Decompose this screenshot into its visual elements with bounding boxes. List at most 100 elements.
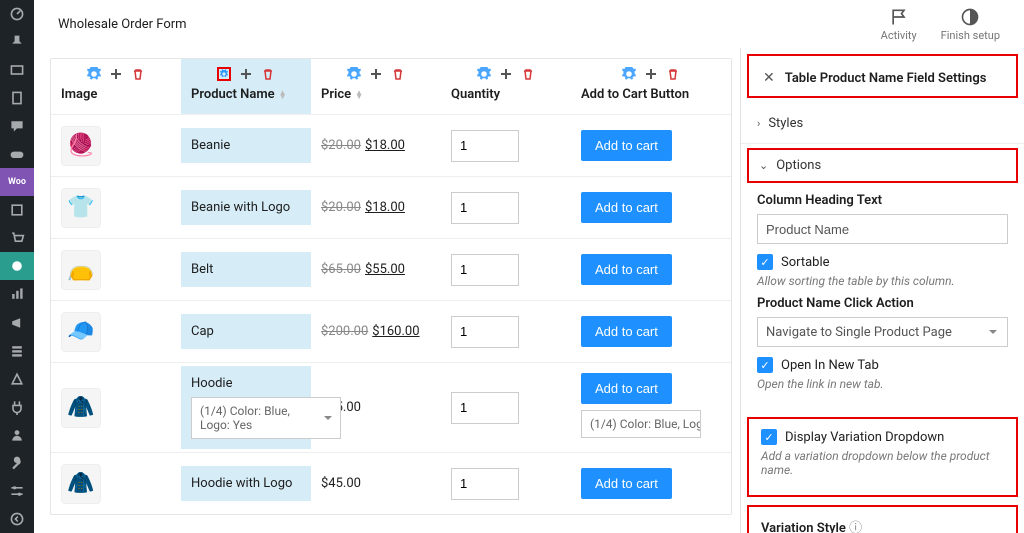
- product-image[interactable]: 👕: [61, 188, 101, 228]
- finish-setup-button[interactable]: Finish setup: [941, 7, 1000, 42]
- product-image[interactable]: 🧥: [61, 388, 101, 428]
- price-cell: $20.00$18.00: [311, 128, 441, 163]
- sidebar-list[interactable]: [0, 337, 34, 365]
- column-label: Price: [321, 87, 351, 102]
- product-name-cell[interactable]: Beanie: [181, 128, 311, 163]
- price-cell: $200.00 $160.00: [311, 314, 441, 349]
- help-icon[interactable]: ⓘ: [849, 521, 862, 533]
- price-cell: $20.00$18.00: [311, 190, 441, 225]
- sidebar-settings[interactable]: [0, 477, 34, 505]
- quantity-input[interactable]: [451, 392, 519, 424]
- price-old: $200.00: [321, 324, 368, 339]
- column-header-add-to-cart[interactable]: Add to Cart Button: [571, 59, 731, 114]
- column-header-product-name[interactable]: Product Name ▲▼: [181, 59, 311, 114]
- column-header-quantity[interactable]: Quantity: [441, 59, 571, 114]
- close-icon[interactable]: ✕: [763, 70, 775, 86]
- product-name-cell[interactable]: Hoodie with Logo: [181, 466, 311, 501]
- plus-icon[interactable]: [109, 67, 123, 81]
- sort-icon[interactable]: ▲▼: [355, 91, 363, 99]
- plus-icon[interactable]: [369, 67, 383, 81]
- plus-icon[interactable]: [499, 67, 513, 81]
- sidebar-users[interactable]: [0, 421, 34, 449]
- product-name-cell[interactable]: Belt: [181, 252, 311, 287]
- product-image[interactable]: 🧶: [61, 126, 101, 166]
- product-image[interactable]: 🧥: [61, 464, 101, 504]
- table-header: Image Product Name ▲▼: [51, 59, 731, 114]
- activity-button[interactable]: Activity: [881, 7, 917, 42]
- add-to-cart-button[interactable]: Add to cart: [581, 316, 672, 347]
- price-new: $160.00: [372, 324, 419, 339]
- newtab-help: Open the link in new tab.: [757, 377, 1008, 391]
- newtab-checkbox[interactable]: ✓: [757, 357, 773, 373]
- click-action-label: Product Name Click Action: [757, 296, 1008, 311]
- display-variation-checkbox[interactable]: ✓: [761, 429, 777, 445]
- quantity-input[interactable]: [451, 192, 519, 224]
- trash-icon[interactable]: [131, 67, 145, 81]
- newtab-label: Open In New Tab: [781, 358, 879, 373]
- add-to-cart-button[interactable]: Add to cart: [581, 373, 672, 404]
- display-variation-label: Display Variation Dropdown: [785, 430, 944, 445]
- display-variation-help: Add a variation dropdown below the produ…: [761, 449, 1004, 477]
- sidebar-analytics[interactable]: [0, 280, 34, 308]
- gear-icon[interactable]: [622, 67, 636, 81]
- sidebar-comments[interactable]: [0, 112, 34, 140]
- price-old: $20.00: [321, 200, 361, 215]
- sidebar-pages[interactable]: [0, 84, 34, 112]
- column-label: Quantity: [451, 87, 561, 102]
- trash-icon[interactable]: [391, 67, 405, 81]
- product-name-cell[interactable]: Beanie with Logo: [181, 190, 311, 225]
- column-header-price[interactable]: Price ▲▼: [311, 59, 441, 114]
- click-action-select[interactable]: Navigate to Single Product Page: [757, 317, 1008, 347]
- sidebar-wholesale[interactable]: [0, 252, 34, 280]
- add-to-cart-button[interactable]: Add to cart: [581, 254, 672, 285]
- top-bar: Wholesale Order Form Activity Finish set…: [34, 0, 1024, 48]
- sidebar-collapse[interactable]: [0, 505, 34, 533]
- column-header-image[interactable]: Image: [51, 59, 181, 114]
- plus-icon[interactable]: [644, 67, 658, 81]
- trash-icon[interactable]: [666, 67, 680, 81]
- sidebar-media[interactable]: [0, 56, 34, 84]
- trash-icon[interactable]: [521, 67, 535, 81]
- sidebar-appearance[interactable]: [0, 365, 34, 393]
- panel-title: Table Product Name Field Settings: [785, 71, 987, 86]
- sidebar-plugins[interactable]: [0, 393, 34, 421]
- gear-icon[interactable]: [217, 67, 231, 81]
- variation-dropdown[interactable]: (1/4) Color: Blue, Logo: Yes: [191, 397, 341, 439]
- add-to-cart-button[interactable]: Add to cart: [581, 192, 672, 223]
- heading-text-input[interactable]: [757, 214, 1008, 244]
- sidebar-pin[interactable]: [0, 28, 34, 56]
- gear-icon[interactable]: [347, 67, 361, 81]
- add-to-cart-button[interactable]: Add to cart: [581, 130, 672, 161]
- plus-icon[interactable]: [239, 67, 253, 81]
- sidebar-tools[interactable]: [0, 449, 34, 477]
- quantity-input[interactable]: [451, 254, 519, 286]
- product-name-cell[interactable]: Cap: [181, 314, 311, 349]
- sidebar-marketing[interactable]: [0, 309, 34, 337]
- sidebar-gamepad[interactable]: [0, 140, 34, 168]
- quantity-input[interactable]: [451, 468, 519, 500]
- form-preview: Image Product Name ▲▼: [34, 48, 740, 533]
- sidebar-dashboard[interactable]: [0, 0, 34, 28]
- quantity-input[interactable]: [451, 130, 519, 162]
- sortable-checkbox[interactable]: ✓: [757, 254, 773, 270]
- sort-icon[interactable]: ▲▼: [279, 91, 287, 99]
- add-to-cart-button[interactable]: Add to cart: [581, 468, 672, 499]
- trash-icon[interactable]: [261, 67, 275, 81]
- gear-icon[interactable]: [87, 67, 101, 81]
- table-row: 👝 Belt $65.00$55.00 Add to cart: [51, 238, 731, 300]
- display-variation-box: ✓ Display Variation Dropdown Add a varia…: [747, 417, 1018, 497]
- page-title: Wholesale Order Form: [58, 17, 187, 32]
- table-row: 👕 Beanie with Logo $20.00$18.00 Add to c…: [51, 176, 731, 238]
- product-name-cell[interactable]: Hoodie(1/4) Color: Blue, Logo: Yes: [181, 366, 311, 449]
- sidebar-cart[interactable]: [0, 224, 34, 252]
- sidebar-products[interactable]: [0, 196, 34, 224]
- section-styles[interactable]: › Styles: [741, 104, 1024, 143]
- product-image[interactable]: 👝: [61, 250, 101, 290]
- product-image[interactable]: 🧢: [61, 312, 101, 352]
- flag-icon: [889, 7, 909, 27]
- sidebar-woo[interactable]: Woo: [0, 168, 34, 196]
- section-options[interactable]: ⌄ Options: [747, 148, 1018, 183]
- gear-icon[interactable]: [477, 67, 491, 81]
- price-old: $65.00: [321, 262, 361, 277]
- quantity-input[interactable]: [451, 316, 519, 348]
